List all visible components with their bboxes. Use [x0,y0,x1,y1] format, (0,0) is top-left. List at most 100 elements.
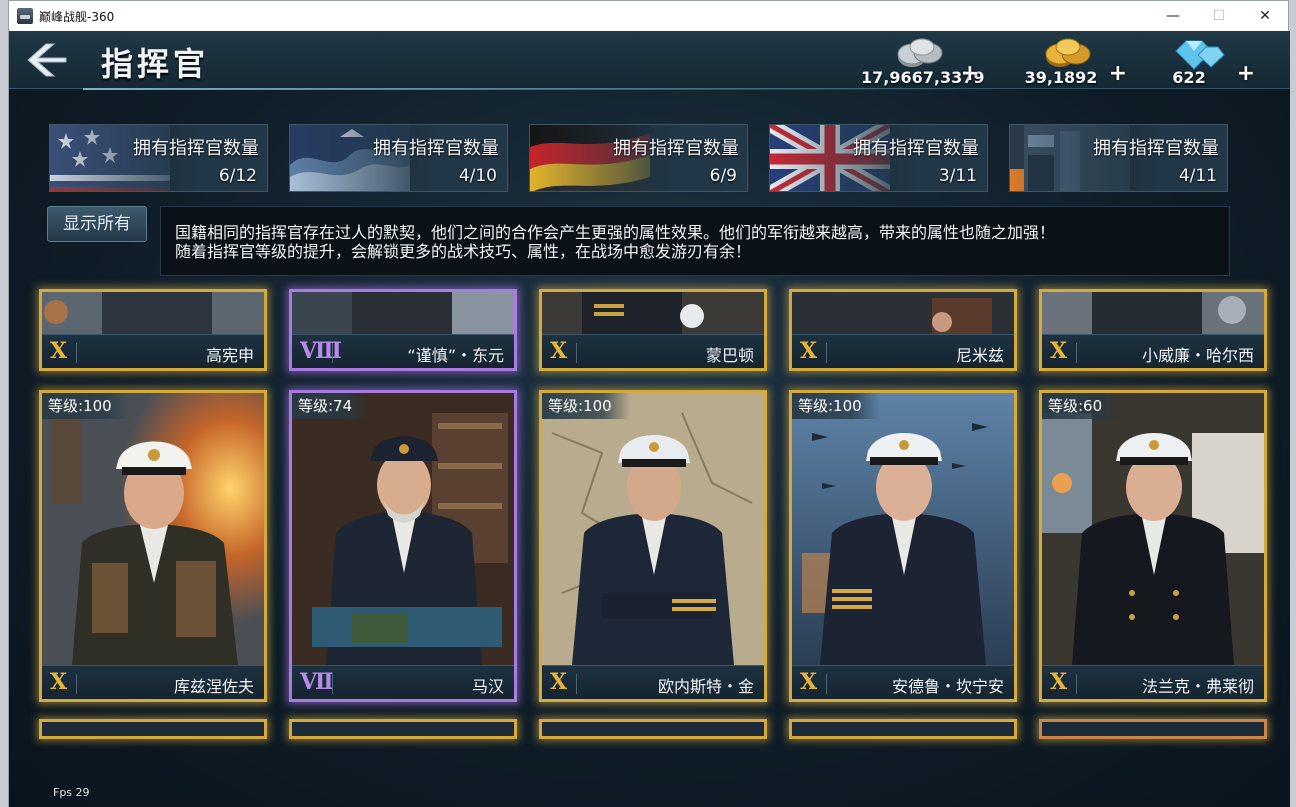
diamond-icon [1175,40,1225,70]
nation-count: 6/12 [218,166,257,186]
level-badge: 等级:100 [542,393,630,419]
nation-label: 拥有指挥官数量 [1093,138,1219,159]
info-description: 国籍相同的指挥官存在过人的默契，他们之间的合作会产生更强的属性效果。他们的军衔越… [160,206,1230,276]
close-button[interactable]: ✕ [1242,1,1288,31]
commander-portrait [792,393,1014,665]
show-all-button[interactable]: 显示所有 [47,206,147,242]
commander-card[interactable] [1039,719,1267,739]
silver-amount: 17,9667,3379 [861,68,985,87]
nameplate: Ⅷ “谨慎”・东元 [292,334,514,368]
commander-card[interactable] [789,719,1017,739]
silver-currency[interactable]: 17,9667,3379 + [861,35,985,87]
commander-portrait [542,393,764,665]
commander-card[interactable]: 等级:100 X 安德鲁・坎宁安 [789,390,1017,702]
rank-badge: X [550,669,568,695]
back-button[interactable] [21,39,71,81]
rank-divider [1076,343,1077,363]
commander-name: 安德鲁・坎宁安 [891,677,1004,696]
top-header: 指挥官 17,9667,3379 + 39,1892 + 622 + [9,31,1290,89]
nation-card-usa[interactable]: 拥有指挥官数量 6/12 [49,124,268,192]
nameplate: X 小威廉・哈尔西 [1042,334,1264,368]
nameplate: X 安德鲁・坎宁安 [792,665,1014,699]
rank-badge: X [50,338,68,364]
rank-badge: X [1050,338,1068,364]
commander-card[interactable]: 等级:100 X 欧内斯特・金 [539,390,767,702]
commander-card[interactable] [39,719,267,739]
rank-divider [1076,674,1077,694]
nation-card-uk[interactable]: 拥有指挥官数量 3/11 [769,124,988,192]
level-badge: 等级:74 [292,393,371,419]
nameplate: X 蒙巴顿 [542,334,764,368]
commander-name: 尼米兹 [955,346,1004,365]
commander-card[interactable]: 等级:60 X 法兰克・弗莱彻 [1039,390,1267,702]
commander-portrait [42,292,264,336]
nation-card-japan[interactable]: 拥有指挥官数量 4/10 [289,124,508,192]
add-gold-icon[interactable]: + [1109,61,1127,86]
level-badge: 等级:100 [792,393,880,419]
minimize-button[interactable]: — [1150,1,1196,31]
diamond-currency[interactable]: 622 + [1137,35,1257,87]
commander-card[interactable]: Ⅷ “谨慎”・东元 [289,289,517,371]
rank-divider [576,343,577,363]
rank-badge: X [800,338,818,364]
commander-card[interactable] [539,719,767,739]
rank-badge: Ⅷ [300,338,342,364]
nation-label: 拥有指挥官数量 [373,138,499,159]
rank-badge: X [550,338,568,364]
commander-name: 小威廉・哈尔西 [1141,346,1254,365]
commander-card[interactable]: X 蒙巴顿 [539,289,767,371]
game-canvas: 指挥官 17,9667,3379 + 39,1892 + 622 + 拥有指挥官… [9,31,1290,807]
commander-portrait [42,393,264,665]
warship-app-icon [17,8,33,24]
commander-portrait [792,292,1014,336]
nation-card-ussr[interactable]: 拥有指挥官数量 4/11 [1009,124,1228,192]
nameplate: X 法兰克・弗莱彻 [1042,665,1264,699]
fps-counter: Fps 29 [53,786,90,799]
commander-portrait [1042,393,1264,665]
game-window: 巅峰战舰-360 — ☐ ✕ 指挥官 17,9667,3379 + 39,189… [8,0,1290,807]
add-silver-icon[interactable]: + [961,61,979,86]
commander-card[interactable]: X 小威廉・哈尔西 [1039,289,1267,371]
nation-label: 拥有指挥官数量 [613,138,739,159]
maximize-button[interactable]: ☐ [1196,1,1242,31]
commander-name: 欧内斯特・金 [657,677,754,696]
nation-label: 拥有指挥官数量 [133,138,259,159]
info-line-2: 随着指挥官等级的提升，会解锁更多的战术技巧、属性，在战场中愈发游刃有余！ [175,242,752,261]
add-diamond-icon[interactable]: + [1237,61,1255,86]
gold-currency[interactable]: 39,1892 + [1009,35,1129,87]
commander-card[interactable] [289,719,517,739]
nation-card-germany[interactable]: 拥有指挥官数量 6/9 [529,124,748,192]
header-underline [83,88,983,90]
rank-divider [826,343,827,363]
nameplate: X 尼米兹 [792,334,1014,368]
rank-badge: X [800,669,818,695]
silver-coins-icon [897,38,943,67]
rank-divider [332,343,333,363]
page-title: 指挥官 [101,45,210,83]
level-badge: 等级:60 [1042,393,1121,419]
nation-count: 4/11 [1178,166,1217,186]
gold-amount: 39,1892 [1024,68,1098,87]
window-title: 巅峰战舰-360 [39,9,115,24]
rank-divider [332,674,333,694]
commander-portrait [542,292,764,336]
commander-card[interactable]: X 尼米兹 [789,289,1017,371]
rank-badge: X [50,669,68,695]
commander-card[interactable]: X 高宪申 [39,289,267,371]
rank-divider [76,343,77,363]
rank-divider [826,674,827,694]
commander-name: 蒙巴顿 [705,346,754,365]
rank-badge: X [1050,669,1068,695]
nation-label: 拥有指挥官数量 [853,138,979,159]
commander-portrait [292,393,514,665]
nameplate: X 欧内斯特・金 [542,665,764,699]
nameplate: X 库兹涅佐夫 [42,665,264,699]
commander-portrait [1042,292,1264,336]
window-controls: — ☐ ✕ [1150,1,1288,31]
nameplate: Ⅶ 马汉 [292,665,514,699]
info-line-1: 国籍相同的指挥官存在过人的默契，他们之间的合作会产生更强的属性效果。他们的军衔越… [175,223,1056,242]
commander-card[interactable]: 等级:100 X 库兹涅佐夫 [39,390,267,702]
rank-divider [76,674,77,694]
commander-card[interactable]: 等级:74 Ⅶ 马汉 [289,390,517,702]
nation-count: 6/9 [709,166,737,186]
